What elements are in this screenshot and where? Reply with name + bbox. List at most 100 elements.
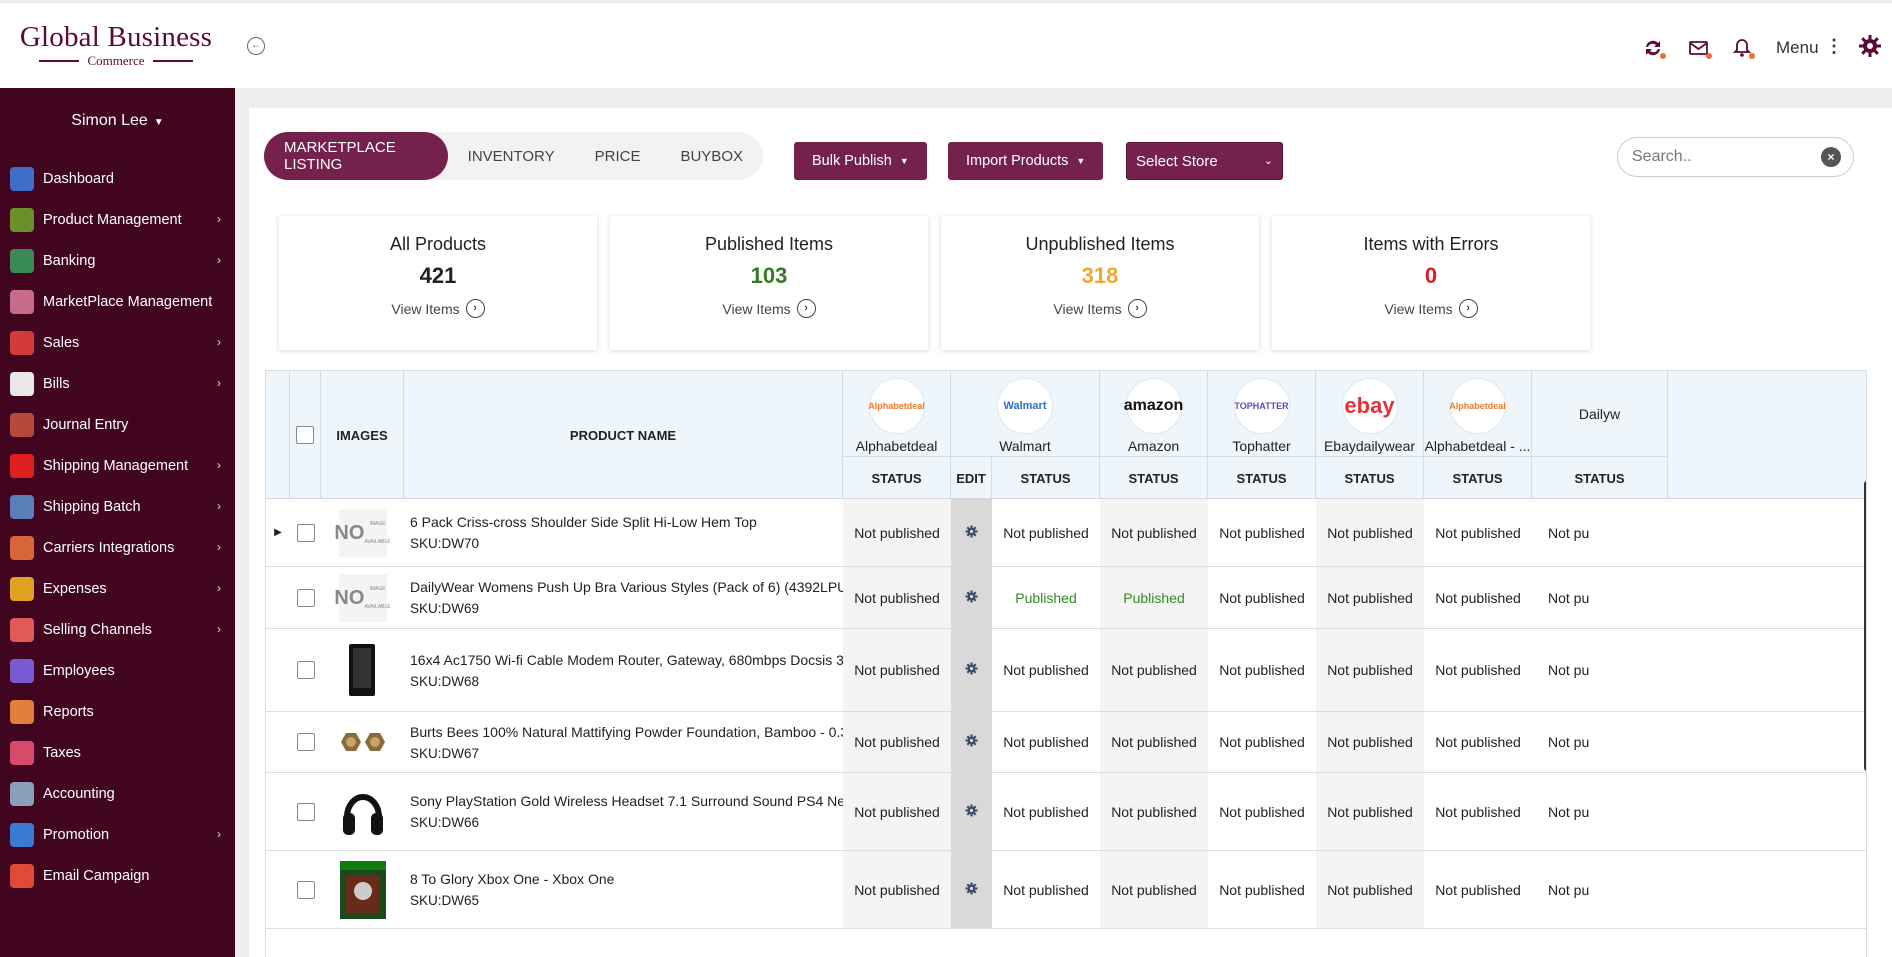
row-expand-icon[interactable]: ▶ [274,527,282,538]
sync-icon[interactable] [1642,37,1666,59]
table-row[interactable]: Burts Bees 100% Natural Mattifying Powde… [266,712,1866,773]
edit-gear-icon[interactable] [965,662,978,678]
status-text: Not published [1111,524,1197,541]
edit-gear-icon[interactable] [965,882,978,898]
menu-button[interactable]: Menu [1776,38,1819,58]
product-name-cell: Burts Bees 100% Natural Mattifying Powde… [404,712,843,772]
table-scrollbar[interactable] [1864,481,1866,771]
marketplace-logo: ebay [1342,379,1397,433]
sidebar-item-taxes[interactable]: Taxes [0,732,235,773]
sidebar-item-shipping-batch[interactable]: Shipping Batch › [0,486,235,527]
sidebar-item-employees[interactable]: Employees [0,650,235,691]
user-menu[interactable]: Simon Lee ▼ [0,112,235,130]
edit-gear-icon[interactable] [965,525,978,541]
menu-dots-icon[interactable]: ⋮ [1825,36,1843,57]
table-row[interactable]: Sony PlayStation Gold Wireless Headset 7… [266,773,1866,851]
table-row[interactable]: NO IMAGE AVAILABLE DailyWear Womens Push U… [266,567,1866,629]
sidebar-item-bills[interactable]: Bills › [0,363,235,404]
table-row[interactable]: 16x4 Ac1750 Wi-fi Cable Modem Router, Ga… [266,629,1866,712]
sidebar-item-label: Bills [43,375,70,392]
product-name-cell: DailyWear Womens Push Up Bra Various Sty… [404,567,843,628]
product-title[interactable]: DailyWear Womens Push Up Bra Various Sty… [410,579,843,595]
select-all-checkbox[interactable] [296,426,314,444]
chevron-right-icon: › [217,335,221,349]
view-items-link[interactable]: View Items › [1272,299,1590,318]
sidebar-item-carriers-integrations[interactable]: Carriers Integrations › [0,527,235,568]
product-title[interactable]: 16x4 Ac1750 Wi-fi Cable Modem Router, Ga… [410,652,843,668]
tab-marketplace-listing[interactable]: MARKETPLACE LISTING [264,132,448,180]
store-select[interactable]: Select Store ⌄ [1126,142,1283,180]
row-checkbox[interactable] [296,661,315,679]
sidebar-item-dashboard[interactable]: Dashboard [0,158,235,199]
clear-search-icon[interactable]: × [1821,147,1841,167]
edit-gear-icon[interactable] [965,734,978,750]
marketplace-name: Walmart [999,438,1051,454]
status-text: Not published [1003,662,1089,678]
bulk-publish-button[interactable]: Bulk Publish ▼ [794,142,927,180]
view-items-link[interactable]: View Items › [610,299,928,318]
card-value: 421 [419,263,457,288]
table-row[interactable] [266,929,1866,957]
product-title[interactable]: 8 To Glory Xbox One - Xbox One [410,871,614,887]
import-products-button[interactable]: Import Products ▼ [948,142,1104,180]
edit-gear-icon[interactable] [965,590,978,606]
table-row[interactable]: ▶ NO IMAGE AVAILABLE 6 Pack Criss-cross Sho… [266,499,1866,567]
table-row[interactable]: 8 To Glory Xbox One - Xbox One SKU:DW65 No… [266,851,1866,929]
product-title[interactable]: 6 Pack Criss-cross Shoulder Side Split H… [410,514,757,530]
status-text: Not published [1327,662,1413,678]
sidebar-item-journal-entry[interactable]: Journal Entry [0,404,235,445]
sidebar-item-product-management[interactable]: Product Management › [0,199,235,240]
edit-gear-icon[interactable] [965,804,978,820]
tab-buybox[interactable]: BUYBOX [660,132,763,180]
sidebar-item-accounting[interactable]: Accounting [0,773,235,814]
product-title[interactable]: Sony PlayStation Gold Wireless Headset 7… [410,793,843,809]
sidebar-item-email-campaign[interactable]: Email Campaign [0,855,235,896]
sidebar-item-marketplace-management[interactable]: MarketPlace Management [0,281,235,322]
product-sku: SKU:DW68 [410,673,480,689]
marketplace-name: Amazon [1127,438,1180,454]
collapse-sidebar-icon[interactable]: ← [247,37,265,55]
sidebar-item-sales[interactable]: Sales › [0,322,235,363]
settings-gear-icon[interactable] [1858,34,1882,58]
view-items-link[interactable]: View Items › [279,299,597,318]
row-checkbox[interactable] [296,733,315,751]
status-text: Published [1123,589,1185,606]
status-text: Not published [1219,803,1305,820]
marketplace-header: Dailyw [1532,371,1668,457]
sidebar-item-selling-channels[interactable]: Selling Channels › [0,609,235,650]
taxes-icon [10,740,34,765]
sidebar-item-banking[interactable]: Banking › [0,240,235,281]
sidebar-item-promotion[interactable]: Promotion › [0,814,235,855]
sidebar-item-shipping-management[interactable]: Shipping Management › [0,445,235,486]
product-title[interactable]: Burts Bees 100% Natural Mattifying Powde… [410,724,843,740]
bell-icon[interactable] [1731,37,1755,59]
row-checkbox[interactable] [296,588,315,607]
card-value: 318 [1081,263,1119,288]
row-checkbox[interactable] [296,802,315,821]
marketplace-header: Alphabetdeal Alphabetdeal - ... [1424,371,1532,457]
status-text: Not published [1435,524,1521,541]
chevron-right-icon: › [217,540,221,554]
brand-logo[interactable]: Global Business Commerce [14,21,218,69]
tab-inventory[interactable]: INVENTORY [448,132,575,180]
marketplace-name: Dailyw [1578,406,1621,422]
search-input[interactable]: Search.. × [1617,137,1854,177]
tab-price[interactable]: PRICE [575,132,661,180]
sidebar-item-reports[interactable]: Reports [0,691,235,732]
sidebar-item-expenses[interactable]: Expenses › [0,568,235,609]
product-name-cell: 6 Pack Criss-cross Shoulder Side Split H… [404,499,843,566]
row-checkbox[interactable] [296,880,315,899]
marketplace-logo: amazon [1124,379,1183,433]
brand-sub: Commerce [87,53,145,68]
status-text: Not published [1327,734,1413,750]
status-text: Not published [1327,881,1413,898]
chevron-down-icon: ▼ [153,117,164,128]
sidebar-item-label: Reports [43,703,94,720]
marketplace-header: amazon Amazon [1100,371,1208,457]
marketplace-name: Tophatter [1232,438,1291,454]
mail-icon[interactable] [1688,37,1712,59]
marketplace-name: Alphabetdeal - ... [1424,438,1531,454]
row-checkbox[interactable] [296,523,315,542]
view-items-link[interactable]: View Items › [941,299,1259,318]
sidebar-nav: Dashboard Product Management › Banking › Mark… [0,158,235,896]
